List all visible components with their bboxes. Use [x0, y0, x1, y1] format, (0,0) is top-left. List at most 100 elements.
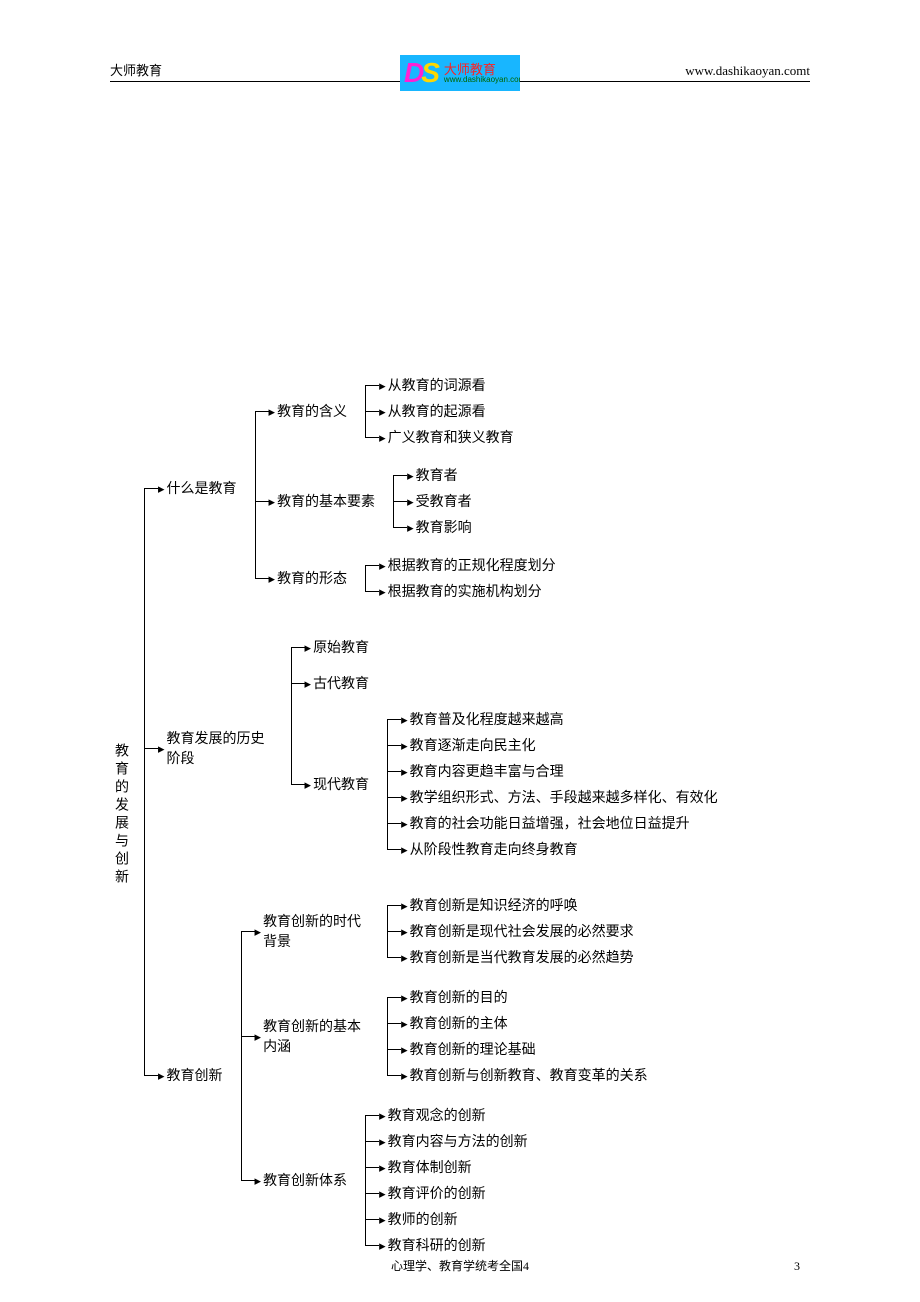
leaf: 教育创新的目的 — [410, 985, 512, 1009]
l2-label: 原始教育 — [313, 635, 373, 659]
leaf: 根据教育的正规化程度划分 — [388, 553, 560, 577]
l2-item: ▸ 教育的形态 ▸根据教育的正规化程度划分 ▸根据教育的实施机构划分 — [255, 552, 560, 604]
leaf: 广义教育和狭义教育 — [388, 425, 518, 449]
l1-node-3: ▸ 教育创新 ▸ 教育创新的时代背景 ▸教育创新是知识经济的呼唤 ▸教育创新是现… — [158, 892, 722, 1258]
arrow-icon: ▸ — [158, 1069, 165, 1082]
leaf: 教育科研的创新 — [388, 1233, 490, 1257]
arrow-icon: ▸ — [379, 559, 386, 572]
logo-letter-s: S — [421, 59, 440, 87]
arrow-icon: ▸ — [269, 572, 276, 585]
arrow-icon: ▸ — [379, 1109, 386, 1122]
leaf: 教育的社会功能日益增强，社会地位日益提升 — [410, 811, 694, 835]
leaf: 从教育的起源看 — [388, 399, 490, 423]
arrow-icon: ▸ — [401, 765, 408, 778]
l1-node-2: ▸ 教育发展的历史阶段 ▸原始教育 ▸古代教育 ▸ 现代教育 ▸教育普及化程度越 — [158, 634, 722, 862]
arrow-icon: ▸ — [401, 951, 408, 964]
tree-root: 教育的发展与创新 ▸ 什么是教育 ▸ 教育的含义 — [110, 372, 810, 1258]
arrow-icon: ▸ — [305, 641, 312, 654]
l2-label: 古代教育 — [313, 671, 373, 695]
arrow-icon: ▸ — [379, 1213, 386, 1226]
l2-branch-3: ▸ 教育创新的时代背景 ▸教育创新是知识经济的呼唤 ▸教育创新是现代社会发展的必… — [227, 892, 652, 1258]
l2-item: ▸ 现代教育 ▸教育普及化程度越来越高 ▸教育逐渐走向民主化 ▸教育内容更趋丰富… — [291, 706, 722, 862]
arrow-icon: ▸ — [401, 843, 408, 856]
arrow-icon: ▸ — [407, 495, 414, 508]
root-label: 教育的发展与创新 — [110, 739, 130, 891]
arrow-icon: ▸ — [401, 817, 408, 830]
l1-node-1: ▸ 什么是教育 ▸ 教育的含义 ▸从教育的词源看 ▸从教育的起源看 — [158, 372, 722, 604]
arrow-icon: ▸ — [255, 1030, 262, 1043]
leaf: 根据教育的实施机构划分 — [388, 579, 546, 603]
header-left: 大师教育 — [110, 60, 162, 79]
leaf: 从教育的词源看 — [388, 373, 490, 397]
logo-cn: 大师教育 — [444, 63, 520, 76]
leaf: 教育创新的理论基础 — [410, 1037, 540, 1061]
l2-label: 教育的形态 — [277, 566, 351, 590]
leaf: 教育创新是知识经济的呼唤 — [410, 893, 582, 917]
l1-item-2: ▸ 教育发展的历史阶段 ▸原始教育 ▸古代教育 ▸ 现代教育 ▸教育普及化程度越 — [144, 604, 722, 892]
arrow-icon: ▸ — [269, 495, 276, 508]
arrow-icon: ▸ — [379, 1239, 386, 1252]
l2-item: ▸ 教育创新的基本内涵 ▸教育创新的目的 ▸教育创新的主体 ▸教育创新的理论基础… — [241, 970, 652, 1102]
level1-branch: ▸ 什么是教育 ▸ 教育的含义 ▸从教育的词源看 ▸从教育的起源看 — [130, 372, 722, 1258]
arrow-icon: ▸ — [401, 925, 408, 938]
l2-item: ▸ 教育的含义 ▸从教育的词源看 ▸从教育的起源看 ▸广义教育和狭义教育 — [255, 372, 560, 450]
arrow-icon: ▸ — [269, 405, 276, 418]
footer-text: 心理学、教育学统考全国4 — [0, 1257, 920, 1274]
l2-label: 教育创新的时代背景 — [263, 909, 373, 953]
leaf: 受教育者 — [416, 489, 476, 513]
arrow-icon: ▸ — [401, 899, 408, 912]
logo-text-block: 大师教育 www.dashikaoyan.com — [444, 63, 520, 84]
leaf: 教育创新是当代教育发展的必然趋势 — [410, 945, 638, 969]
leaf: 教育普及化程度越来越高 — [410, 707, 568, 731]
l2-label: 教育创新的基本内涵 — [263, 1014, 373, 1058]
arrow-icon: ▸ — [158, 742, 165, 755]
arrow-icon: ▸ — [379, 431, 386, 444]
arrow-icon: ▸ — [158, 482, 165, 495]
leaf: 教育创新是现代社会发展的必然要求 — [410, 919, 638, 943]
leaf: 从阶段性教育走向终身教育 — [410, 837, 582, 861]
arrow-icon: ▸ — [379, 585, 386, 598]
arrow-icon: ▸ — [379, 379, 386, 392]
arrow-icon: ▸ — [401, 1069, 408, 1082]
l2-item: ▸ 教育的基本要素 ▸教育者 ▸受教育者 ▸教育影响 — [255, 450, 560, 552]
arrow-icon: ▸ — [401, 713, 408, 726]
l2-label: 教育创新体系 — [263, 1168, 351, 1192]
l2-label: 教育的含义 — [277, 399, 351, 423]
l2-label: 教育的基本要素 — [277, 489, 379, 513]
arrow-icon: ▸ — [379, 1135, 386, 1148]
leaf: 教师的创新 — [388, 1207, 462, 1231]
l2-item: ▸ 教育创新体系 ▸教育观念的创新 ▸教育内容与方法的创新 ▸教育体制创新 ▸教… — [241, 1102, 652, 1258]
l1-item-3: ▸ 教育创新 ▸ 教育创新的时代背景 ▸教育创新是知识经济的呼唤 ▸教育创新是现… — [144, 892, 722, 1258]
leaf: 教育观念的创新 — [388, 1103, 490, 1127]
arrow-icon: ▸ — [401, 991, 408, 1004]
l1-label-3: 教育创新 — [167, 1063, 227, 1087]
l1-label-1: 什么是教育 — [167, 476, 241, 500]
arrow-icon: ▸ — [401, 739, 408, 752]
leaf: 教育体制创新 — [388, 1155, 476, 1179]
arrow-icon: ▸ — [379, 1161, 386, 1174]
arrow-icon: ▸ — [379, 1187, 386, 1200]
arrow-icon: ▸ — [305, 778, 312, 791]
arrow-icon: ▸ — [401, 791, 408, 804]
arrow-icon: ▸ — [401, 1017, 408, 1030]
l2-branch-1: ▸ 教育的含义 ▸从教育的词源看 ▸从教育的起源看 ▸广义教育和狭义教育 — [241, 372, 560, 604]
l2-item: ▸ 教育创新的时代背景 ▸教育创新是知识经济的呼唤 ▸教育创新是现代社会发展的必… — [241, 892, 652, 970]
header-right: www.dashikaoyan.comt — [685, 63, 810, 79]
arrow-icon: ▸ — [255, 925, 262, 938]
arrow-icon: ▸ — [379, 405, 386, 418]
arrow-icon: ▸ — [305, 677, 312, 690]
tree-area: 教育的发展与创新 ▸ 什么是教育 ▸ 教育的含义 — [110, 372, 810, 1258]
logo-url: www.dashikaoyan.com — [444, 76, 520, 84]
leaf: 教育评价的创新 — [388, 1181, 490, 1205]
leaf: 教学组织形式、方法、手段越来越多样化、有效化 — [410, 785, 722, 809]
leaf: 教育影响 — [416, 515, 476, 539]
page-container: D S 大师教育 www.dashikaoyan.com 大师教育 www.da… — [0, 0, 920, 1302]
leaf: 教育创新与创新教育、教育变革的关系 — [410, 1063, 652, 1087]
arrow-icon: ▸ — [407, 521, 414, 534]
arrow-icon: ▸ — [255, 1174, 262, 1187]
l2-label: 现代教育 — [313, 772, 373, 796]
leaf: 教育逐渐走向民主化 — [410, 733, 540, 757]
page-number: 3 — [794, 1259, 800, 1274]
arrow-icon: ▸ — [401, 1043, 408, 1056]
leaf: 教育内容更趋丰富与合理 — [410, 759, 568, 783]
